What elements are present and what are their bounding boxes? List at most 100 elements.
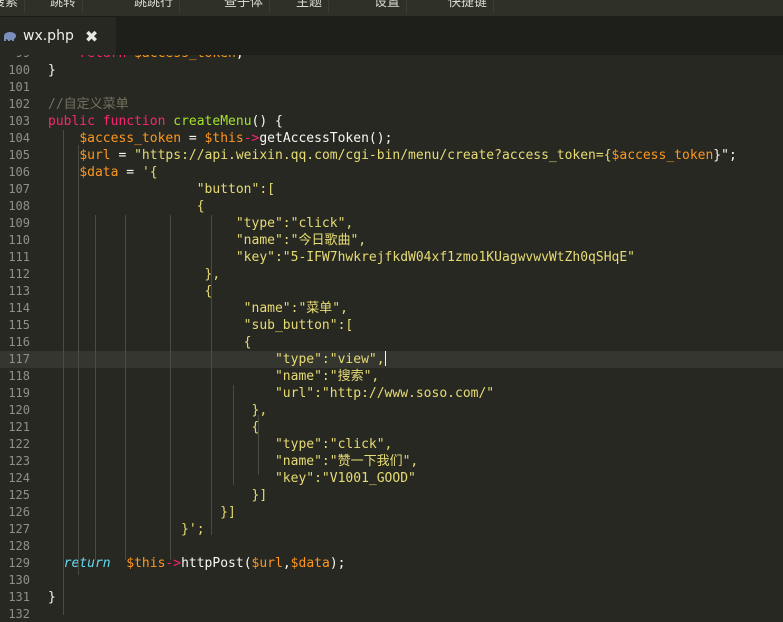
indent-guide xyxy=(211,215,212,535)
indent-guide xyxy=(170,215,171,560)
code-token: = xyxy=(118,165,142,180)
code-line[interactable]: 122 "type":"click", xyxy=(0,436,783,453)
tab-title: wx.php xyxy=(23,28,74,44)
code-token: -> xyxy=(243,131,260,146)
code-line[interactable]: 104 $access_token = $this->getAccessToke… xyxy=(0,130,783,147)
code-line[interactable]: 108 { xyxy=(0,198,783,215)
code-line[interactable]: 131} xyxy=(0,589,783,606)
code-token: $this xyxy=(126,556,166,571)
line-number: 120 xyxy=(8,403,30,417)
code-line[interactable]: 132 xyxy=(0,606,783,622)
code-text: }] xyxy=(48,504,236,521)
code-text: }, xyxy=(48,266,221,283)
code-text: public function createMenu() { xyxy=(48,113,283,130)
line-number: 127 xyxy=(8,522,30,536)
code-line[interactable]: 128 xyxy=(0,538,783,555)
code-line[interactable]: 126 }] xyxy=(0,504,783,521)
code-line[interactable]: 114 "name":"菜单", xyxy=(0,300,783,317)
code-text: "type":"click", xyxy=(48,436,392,453)
menu-item-goto-line[interactable]: 跳跳行 xyxy=(128,0,181,13)
code-text: "url":"http://www.soso.com/" xyxy=(48,385,494,402)
code-line[interactable]: 123 "name":"赞一下我们", xyxy=(0,453,783,470)
line-number: 100 xyxy=(8,63,30,77)
code-line[interactable]: 106 $data = '{ xyxy=(0,164,783,181)
code-token: $access_token xyxy=(79,131,182,146)
menu-item-search[interactable]: 搜索 xyxy=(0,0,26,13)
code-token: "sub_button":[ xyxy=(48,318,354,333)
line-number: 115 xyxy=(8,318,30,332)
code-token: //自定义菜单 xyxy=(48,97,129,112)
tab-wx-php[interactable]: wx.php ✖ xyxy=(0,17,116,55)
code-token: { xyxy=(48,199,205,214)
code-line[interactable]: 121 { xyxy=(0,419,783,436)
code-token: return xyxy=(63,556,119,571)
text-cursor xyxy=(384,351,386,366)
code-text: { xyxy=(48,419,259,436)
code-line[interactable]: 111 "key":"5-IFW7hwkrejfkdW04xf1zmo1KUag… xyxy=(0,249,783,266)
code-line[interactable]: 101 xyxy=(0,79,783,96)
code-token: , xyxy=(282,556,291,571)
code-editor[interactable]: 99 return $access_token;100}101102//自定义菜… xyxy=(0,55,783,622)
code-line[interactable]: 109 "type":"click", xyxy=(0,215,783,232)
menu-bar: 搜索 跳转 跳跳行 查子体 主题 设置 快捷键 xyxy=(0,0,783,17)
code-line[interactable]: 105 $url = "https://api.weixin.qq.com/cg… xyxy=(0,147,783,164)
code-line[interactable]: 115 "sub_button":[ xyxy=(0,317,783,334)
code-line[interactable]: 124 "key":"V1001_GOOD" xyxy=(0,470,783,487)
code-line[interactable]: 103 public function createMenu() { xyxy=(0,113,783,130)
line-number: 111 xyxy=(8,250,30,264)
code-text: return $this->httpPost($url,$data); xyxy=(48,555,346,572)
code-line[interactable]: 120 }, xyxy=(0,402,783,419)
code-text: }, xyxy=(48,402,267,419)
code-token: createMenu xyxy=(173,114,252,129)
code-text: "button":[ xyxy=(48,181,275,198)
code-line[interactable]: 118 "name":"搜索", xyxy=(0,368,783,385)
code-text: "name":"菜单", xyxy=(48,300,348,317)
line-number: 124 xyxy=(8,471,30,485)
code-line[interactable]: 102 //自定义菜单 xyxy=(0,96,783,113)
code-line[interactable]: 112 }, xyxy=(0,266,783,283)
indent-guide xyxy=(78,145,79,575)
menu-item-settings[interactable]: 设置 xyxy=(368,0,408,13)
line-number: 117 xyxy=(8,352,30,366)
code-line[interactable]: 127 }'; xyxy=(0,521,783,538)
code-line[interactable]: 107 "button":[ xyxy=(0,181,783,198)
line-number: 126 xyxy=(8,505,30,519)
close-icon[interactable]: ✖ xyxy=(85,27,98,46)
menu-item-goto[interactable]: 跳转 xyxy=(44,0,84,13)
indent-guide xyxy=(63,130,64,615)
code-line[interactable]: 125 }] xyxy=(0,487,783,504)
code-line[interactable]: 100} xyxy=(0,62,783,79)
code-token: }] xyxy=(48,488,268,503)
code-text: "sub_button":[ xyxy=(48,317,354,334)
code-token: $this xyxy=(204,131,244,146)
tab-bar: wx.php ✖ xyxy=(0,17,783,55)
code-line[interactable]: 119 "url":"http://www.soso.com/" xyxy=(0,385,783,402)
code-line[interactable]: 117 "type":"view", xyxy=(0,351,783,368)
line-number: 105 xyxy=(8,148,30,162)
code-token: }, xyxy=(48,403,268,418)
menu-item-shortcuts[interactable]: 快捷键 xyxy=(442,0,495,13)
line-number: 125 xyxy=(8,488,30,502)
code-line[interactable]: 116 { xyxy=(0,334,783,351)
line-number: 113 xyxy=(8,284,30,298)
indent-guide xyxy=(233,385,234,485)
code-token: { xyxy=(48,284,213,299)
line-number: 110 xyxy=(8,233,30,247)
line-number: 129 xyxy=(8,556,30,570)
line-number: 128 xyxy=(8,539,30,553)
menu-item-font[interactable]: 查子体 xyxy=(218,0,271,13)
code-token: getAccessToken(); xyxy=(259,131,393,146)
code-line[interactable]: 129 return $this->httpPost($url,$data); xyxy=(0,555,783,572)
code-text: }'; xyxy=(48,521,205,538)
code-token: }'; xyxy=(48,522,205,537)
code-line[interactable]: 99 return $access_token; xyxy=(0,55,783,62)
code-line[interactable]: 110 "name":"今日歌曲", xyxy=(0,232,783,249)
code-token: $access_token xyxy=(611,148,714,163)
code-token: $url xyxy=(251,556,283,571)
code-text: "name":"搜索", xyxy=(48,368,379,385)
code-token: "https://api.weixin.qq.com/cgi-bin/menu/… xyxy=(134,148,612,163)
code-line[interactable]: 113 { xyxy=(0,283,783,300)
menu-item-theme[interactable]: 主题 xyxy=(290,0,330,13)
code-line[interactable]: 130 xyxy=(0,572,783,589)
